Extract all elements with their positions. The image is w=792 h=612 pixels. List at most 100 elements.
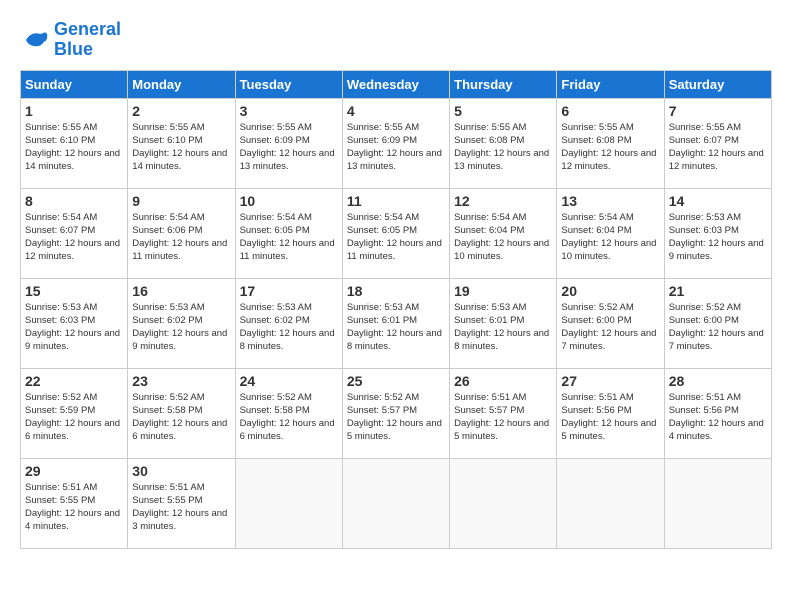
day-info: Sunrise: 5:54 AMSunset: 6:04 PMDaylight:… [454,211,552,264]
day-number: 25 [347,373,445,389]
day-number: 14 [669,193,767,209]
calendar-cell: 25 Sunrise: 5:52 AMSunset: 5:57 PMDaylig… [342,368,449,458]
day-number: 23 [132,373,230,389]
day-info: Sunrise: 5:53 AMSunset: 6:03 PMDaylight:… [669,211,767,264]
calendar-cell: 26 Sunrise: 5:51 AMSunset: 5:57 PMDaylig… [450,368,557,458]
day-number: 12 [454,193,552,209]
day-info: Sunrise: 5:53 AMSunset: 6:02 PMDaylight:… [240,301,338,354]
day-number: 6 [561,103,659,119]
day-number: 1 [25,103,123,119]
logo-text: General Blue [54,20,121,60]
calendar-cell: 29 Sunrise: 5:51 AMSunset: 5:55 PMDaylig… [21,458,128,548]
day-info: Sunrise: 5:54 AMSunset: 6:04 PMDaylight:… [561,211,659,264]
day-info: Sunrise: 5:55 AMSunset: 6:08 PMDaylight:… [561,121,659,174]
day-number: 30 [132,463,230,479]
calendar-cell: 2 Sunrise: 5:55 AMSunset: 6:10 PMDayligh… [128,98,235,188]
day-info: Sunrise: 5:54 AMSunset: 6:07 PMDaylight:… [25,211,123,264]
day-info: Sunrise: 5:53 AMSunset: 6:03 PMDaylight:… [25,301,123,354]
calendar-cell: 18 Sunrise: 5:53 AMSunset: 6:01 PMDaylig… [342,278,449,368]
day-info: Sunrise: 5:51 AMSunset: 5:57 PMDaylight:… [454,391,552,444]
day-number: 9 [132,193,230,209]
day-number: 27 [561,373,659,389]
day-number: 10 [240,193,338,209]
day-info: Sunrise: 5:53 AMSunset: 6:02 PMDaylight:… [132,301,230,354]
day-header-thursday: Thursday [450,70,557,98]
day-header-wednesday: Wednesday [342,70,449,98]
day-info: Sunrise: 5:54 AMSunset: 6:05 PMDaylight:… [347,211,445,264]
day-number: 2 [132,103,230,119]
day-info: Sunrise: 5:55 AMSunset: 6:10 PMDaylight:… [132,121,230,174]
calendar-cell [557,458,664,548]
day-number: 7 [669,103,767,119]
logo: General Blue [20,20,121,60]
calendar-cell: 14 Sunrise: 5:53 AMSunset: 6:03 PMDaylig… [664,188,771,278]
calendar-cell: 7 Sunrise: 5:55 AMSunset: 6:07 PMDayligh… [664,98,771,188]
day-number: 5 [454,103,552,119]
day-info: Sunrise: 5:52 AMSunset: 5:57 PMDaylight:… [347,391,445,444]
day-header-friday: Friday [557,70,664,98]
calendar-cell: 3 Sunrise: 5:55 AMSunset: 6:09 PMDayligh… [235,98,342,188]
day-info: Sunrise: 5:53 AMSunset: 6:01 PMDaylight:… [347,301,445,354]
day-header-saturday: Saturday [664,70,771,98]
day-number: 3 [240,103,338,119]
day-number: 19 [454,283,552,299]
calendar-cell: 20 Sunrise: 5:52 AMSunset: 6:00 PMDaylig… [557,278,664,368]
calendar-cell [450,458,557,548]
calendar-cell: 4 Sunrise: 5:55 AMSunset: 6:09 PMDayligh… [342,98,449,188]
day-number: 18 [347,283,445,299]
day-number: 4 [347,103,445,119]
day-info: Sunrise: 5:52 AMSunset: 5:58 PMDaylight:… [132,391,230,444]
calendar-cell [664,458,771,548]
page-header: General Blue [20,20,772,60]
calendar-cell [342,458,449,548]
day-info: Sunrise: 5:55 AMSunset: 6:08 PMDaylight:… [454,121,552,174]
calendar-cell: 8 Sunrise: 5:54 AMSunset: 6:07 PMDayligh… [21,188,128,278]
day-header-tuesday: Tuesday [235,70,342,98]
calendar-cell: 11 Sunrise: 5:54 AMSunset: 6:05 PMDaylig… [342,188,449,278]
day-info: Sunrise: 5:55 AMSunset: 6:09 PMDaylight:… [240,121,338,174]
day-number: 20 [561,283,659,299]
day-info: Sunrise: 5:54 AMSunset: 6:06 PMDaylight:… [132,211,230,264]
day-info: Sunrise: 5:51 AMSunset: 5:55 PMDaylight:… [25,481,123,534]
logo-icon [20,25,50,55]
day-info: Sunrise: 5:51 AMSunset: 5:56 PMDaylight:… [669,391,767,444]
day-info: Sunrise: 5:52 AMSunset: 6:00 PMDaylight:… [669,301,767,354]
day-info: Sunrise: 5:55 AMSunset: 6:09 PMDaylight:… [347,121,445,174]
day-number: 28 [669,373,767,389]
calendar-cell: 17 Sunrise: 5:53 AMSunset: 6:02 PMDaylig… [235,278,342,368]
calendar-cell: 16 Sunrise: 5:53 AMSunset: 6:02 PMDaylig… [128,278,235,368]
calendar-cell: 6 Sunrise: 5:55 AMSunset: 6:08 PMDayligh… [557,98,664,188]
calendar-cell: 30 Sunrise: 5:51 AMSunset: 5:55 PMDaylig… [128,458,235,548]
day-info: Sunrise: 5:54 AMSunset: 6:05 PMDaylight:… [240,211,338,264]
day-info: Sunrise: 5:52 AMSunset: 6:00 PMDaylight:… [561,301,659,354]
calendar-table: SundayMondayTuesdayWednesdayThursdayFrid… [20,70,772,549]
calendar-cell: 10 Sunrise: 5:54 AMSunset: 6:05 PMDaylig… [235,188,342,278]
day-number: 8 [25,193,123,209]
day-number: 15 [25,283,123,299]
calendar-cell: 12 Sunrise: 5:54 AMSunset: 6:04 PMDaylig… [450,188,557,278]
day-info: Sunrise: 5:52 AMSunset: 5:58 PMDaylight:… [240,391,338,444]
day-number: 13 [561,193,659,209]
calendar-cell: 5 Sunrise: 5:55 AMSunset: 6:08 PMDayligh… [450,98,557,188]
day-info: Sunrise: 5:53 AMSunset: 6:01 PMDaylight:… [454,301,552,354]
day-number: 11 [347,193,445,209]
day-info: Sunrise: 5:55 AMSunset: 6:07 PMDaylight:… [669,121,767,174]
day-info: Sunrise: 5:55 AMSunset: 6:10 PMDaylight:… [25,121,123,174]
calendar-cell: 28 Sunrise: 5:51 AMSunset: 5:56 PMDaylig… [664,368,771,458]
day-number: 24 [240,373,338,389]
calendar-cell: 24 Sunrise: 5:52 AMSunset: 5:58 PMDaylig… [235,368,342,458]
day-info: Sunrise: 5:51 AMSunset: 5:55 PMDaylight:… [132,481,230,534]
calendar-cell: 22 Sunrise: 5:52 AMSunset: 5:59 PMDaylig… [21,368,128,458]
calendar-cell: 1 Sunrise: 5:55 AMSunset: 6:10 PMDayligh… [21,98,128,188]
calendar-cell: 23 Sunrise: 5:52 AMSunset: 5:58 PMDaylig… [128,368,235,458]
day-number: 22 [25,373,123,389]
day-header-sunday: Sunday [21,70,128,98]
calendar-cell: 15 Sunrise: 5:53 AMSunset: 6:03 PMDaylig… [21,278,128,368]
day-number: 16 [132,283,230,299]
day-info: Sunrise: 5:51 AMSunset: 5:56 PMDaylight:… [561,391,659,444]
calendar-cell [235,458,342,548]
day-info: Sunrise: 5:52 AMSunset: 5:59 PMDaylight:… [25,391,123,444]
day-number: 21 [669,283,767,299]
day-number: 17 [240,283,338,299]
calendar-cell: 9 Sunrise: 5:54 AMSunset: 6:06 PMDayligh… [128,188,235,278]
